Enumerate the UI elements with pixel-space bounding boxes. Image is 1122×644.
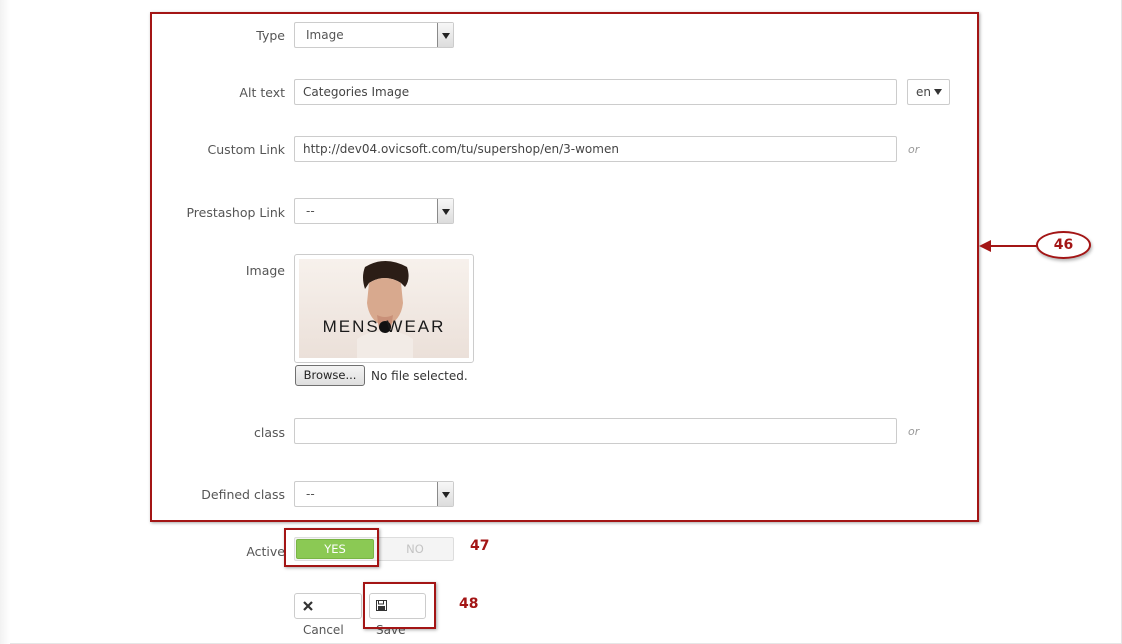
times-icon <box>303 600 313 611</box>
cancel-label: Cancel <box>303 623 344 637</box>
annotation-label-48: 48 <box>459 596 479 612</box>
annotation-box-48 <box>363 582 436 629</box>
annotation-box-46 <box>150 12 979 522</box>
annotation-box-47 <box>284 528 379 567</box>
annotation-label-46: 46 <box>1036 231 1091 259</box>
callout-line <box>990 245 1037 247</box>
cancel-button[interactable]: Cancel <box>294 593 362 637</box>
left-shade <box>0 0 10 644</box>
active-label: Active <box>246 544 285 559</box>
active-no-option[interactable]: NO <box>377 539 453 559</box>
annotation-label-47: 47 <box>470 538 490 554</box>
